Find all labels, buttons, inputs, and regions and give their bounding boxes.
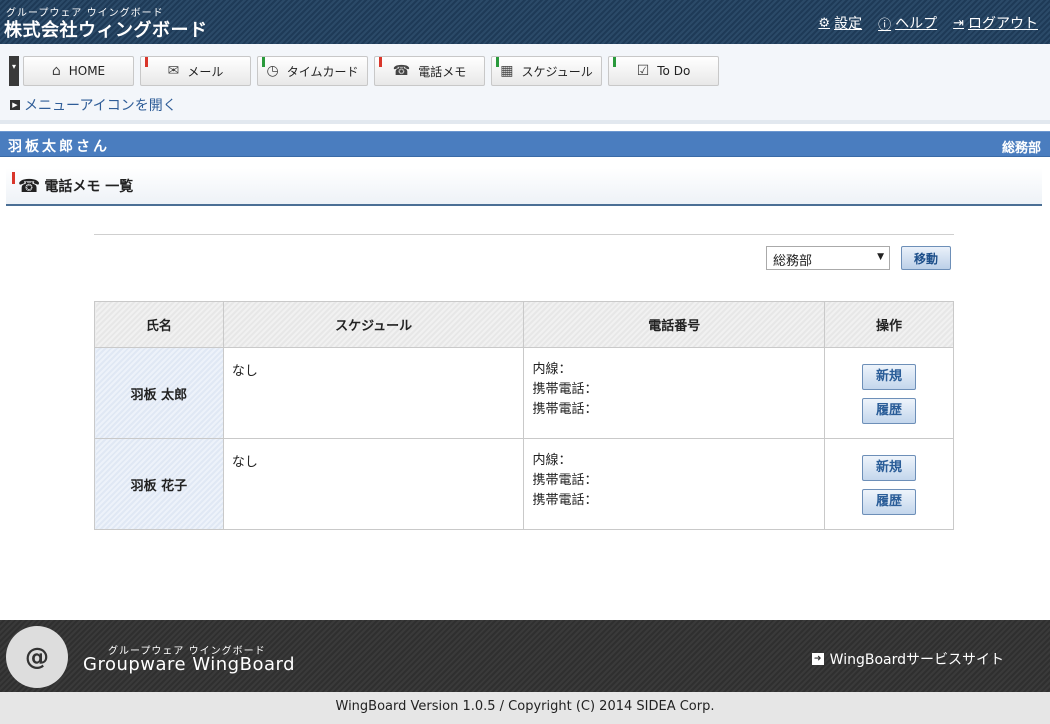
new-memo-button[interactable]: 新規	[862, 455, 917, 481]
help-icon: ⓘ	[878, 17, 892, 33]
menu-tab-label: HOME	[68, 64, 106, 78]
history-button[interactable]: 履歴	[862, 489, 917, 515]
logout-label: ログアウト	[968, 16, 1038, 32]
calendar-icon: ▦	[500, 63, 514, 79]
chevron-down-icon: ▼	[877, 252, 884, 262]
settings-link[interactable]: ⚙ 設定	[818, 13, 862, 33]
phone-memo-icon: ☎	[18, 175, 41, 197]
page-title-bar: ☎ 電話メモ 一覧	[6, 168, 1042, 206]
mobile-label: 携帯電話：	[532, 402, 598, 417]
extension-label: 内線：	[532, 362, 572, 377]
menu-tab-phone-memo[interactable]: ☎ 電話メモ	[374, 56, 485, 86]
app-footer: @ グループウェア ウイングボード Groupware WingBoard ➜ …	[0, 620, 1050, 692]
help-label: ヘルプ	[895, 16, 938, 32]
play-icon: ▶	[10, 100, 20, 110]
menu-tab-schedule[interactable]: ▦ スケジュール	[491, 56, 602, 86]
column-header: 操作	[824, 301, 954, 348]
mobile-label: 携帯電話：	[532, 473, 598, 488]
menu-tab-timecard[interactable]: ◷ タイムカード	[257, 56, 368, 86]
divider	[94, 234, 954, 235]
menu-tab-home[interactable]: ⌂ HOME	[23, 56, 134, 86]
logout-icon: ⇥	[953, 15, 964, 31]
home-icon: ⌂	[51, 63, 61, 79]
column-header: スケジュール	[222, 301, 525, 348]
new-mark	[145, 57, 148, 67]
actions-cell: 新規 履歴	[824, 438, 954, 530]
schedule-cell: なし	[222, 438, 525, 530]
phone-cell: 内線： 携帯電話： 携帯電話：	[523, 438, 826, 530]
footer-product-name: Groupware WingBoard	[83, 654, 295, 675]
status-mark	[262, 57, 265, 67]
clock-icon: ◷	[266, 63, 279, 79]
open-menu-icons-link[interactable]: ▶ メニューアイコンを開く	[10, 95, 177, 115]
gear-icon: ⚙	[818, 15, 831, 31]
menu-tab-todo[interactable]: ☑ To Do	[608, 56, 719, 86]
new-mark	[379, 57, 382, 67]
user-bar: 羽板太郎さん 総務部	[0, 131, 1050, 157]
table-header-row: 氏名 スケジュール 電話番号 操作	[94, 301, 954, 348]
new-memo-button[interactable]: 新規	[862, 364, 917, 390]
user-name: 羽板太郎さん	[8, 139, 110, 155]
page-title: 電話メモ 一覧	[44, 179, 134, 195]
employee-name: 羽板 太郎	[94, 347, 224, 439]
checkbox-icon: ☑	[636, 63, 650, 79]
menu-tab-label: スケジュール	[521, 64, 593, 79]
new-mark	[12, 172, 15, 184]
menu-tab-label: To Do	[657, 64, 691, 78]
header-links: ⚙ 設定 ⓘ ヘルプ ⇥ ログアウト	[818, 13, 1038, 33]
department-select[interactable]: 総務部 ▼	[766, 246, 890, 270]
mobile-label: 携帯電話：	[532, 382, 598, 397]
main-menu: ⌂ HOME ✉ メール ◷ タイムカード ☎ 電話メモ ▦ スケジュール ☑ …	[23, 56, 719, 86]
service-site-link[interactable]: ➜ WingBoardサービスサイト	[811, 649, 1004, 669]
extension-label: 内線：	[532, 453, 572, 468]
menu-tab-label: タイムカード	[286, 64, 359, 79]
status-mark	[496, 57, 499, 67]
help-link[interactable]: ⓘ ヘルプ	[878, 13, 937, 33]
service-site-label: WingBoardサービスサイト	[829, 652, 1004, 668]
copyright: WingBoard Version 1.0.5 / Copyright (C) …	[0, 692, 1050, 724]
app-header: グループウェア ウイングボード 株式会社ウィングボード ⚙ 設定 ⓘ ヘルプ ⇥…	[0, 0, 1050, 44]
table-row: 羽板 花子 なし 内線： 携帯電話： 携帯電話： 新規 履歴	[94, 438, 954, 530]
schedule-cell: なし	[222, 347, 525, 439]
settings-label: 設定	[834, 16, 863, 32]
phone-memo-icon: ☎	[392, 63, 411, 79]
employee-name: 羽板 花子	[94, 438, 224, 530]
menu-band: ▾ ⌂ HOME ✉ メール ◷ タイムカード ☎ 電話メモ ▦ スケジュール …	[0, 44, 1050, 124]
phone-cell: 内線： 携帯電話： 携帯電話：	[523, 347, 826, 439]
department-select-value: 総務部	[773, 254, 813, 269]
menu-toggle-handle[interactable]: ▾	[9, 56, 19, 86]
table-row: 羽板 太郎 なし 内線： 携帯電話： 携帯電話： 新規 履歴	[94, 347, 954, 439]
arrow-right-icon: ➜	[811, 653, 824, 665]
phone-memo-table: 氏名 スケジュール 電話番号 操作 羽板 太郎 なし 内線： 携帯電話： 携帯電…	[94, 301, 954, 530]
logout-link[interactable]: ⇥ ログアウト	[953, 13, 1038, 33]
status-mark	[613, 57, 616, 67]
move-button[interactable]: 移動	[901, 246, 951, 270]
menu-tab-label: 電話メモ	[418, 64, 467, 79]
user-department: 総務部	[1001, 141, 1041, 156]
actions-cell: 新規 履歴	[824, 347, 954, 439]
company-name: 株式会社ウィングボード	[4, 20, 208, 41]
menu-tab-mail[interactable]: ✉ メール	[140, 56, 251, 86]
column-header: 氏名	[94, 301, 224, 348]
menu-tab-label: メール	[187, 64, 224, 79]
column-header: 電話番号	[523, 301, 826, 348]
history-button[interactable]: 履歴	[862, 398, 917, 424]
mobile-label: 携帯電話：	[532, 493, 598, 508]
mail-icon: ✉	[167, 63, 180, 79]
wingboard-logo-icon: @	[6, 626, 68, 688]
open-menu-label: メニューアイコンを開く	[24, 98, 177, 114]
